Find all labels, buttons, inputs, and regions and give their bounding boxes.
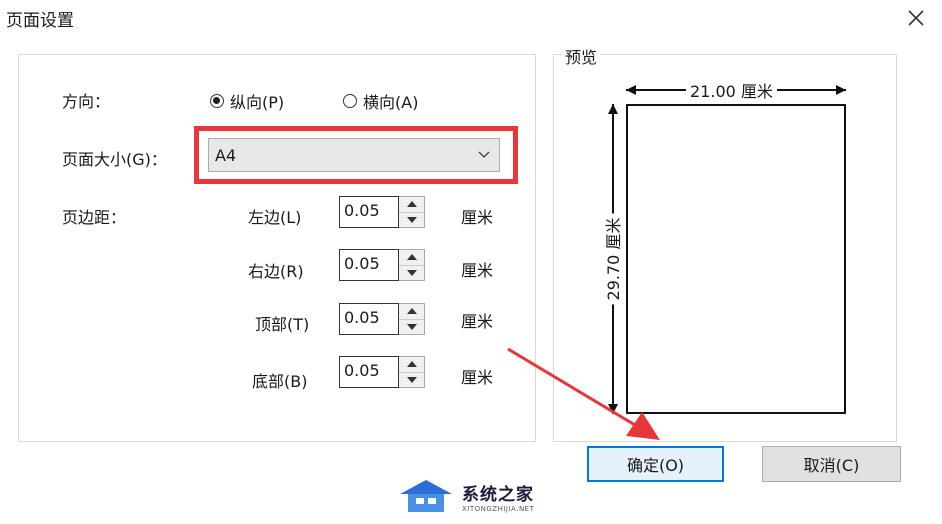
close-button[interactable] <box>904 6 928 30</box>
margins-label: 页边距： <box>62 208 127 227</box>
page-setup-dialog: 页面设置 方向： 纵向(P) 横向(A) 页面大小(G)： A4 页边距： 左边… <box>0 0 942 524</box>
margin-right-stepper[interactable]: 0.05 <box>339 249 425 281</box>
margin-right-unit: 厘米 <box>461 261 494 280</box>
margin-bottom-label: 底部(B) <box>252 372 308 391</box>
margin-left-label: 左边(L) <box>248 208 302 227</box>
dialog-title: 页面设置 <box>6 11 74 31</box>
arrow-down-icon <box>406 376 417 383</box>
ok-button[interactable]: 确定(O) <box>587 446 724 482</box>
margin-right-field[interactable]: 0.05 <box>339 249 399 281</box>
margin-left-stepper[interactable]: 0.05 <box>339 196 425 228</box>
margin-bottom-unit: 厘米 <box>461 368 494 387</box>
arrow-down-icon <box>608 404 618 414</box>
margin-left-up-button[interactable] <box>399 197 424 212</box>
preview-width-label: 21.00 厘米 <box>686 78 777 102</box>
radio-portrait-indicator <box>210 94 224 108</box>
margin-top-label: 顶部(T) <box>255 315 310 334</box>
margin-bottom-field[interactable]: 0.05 <box>339 356 399 388</box>
margin-bottom-down-button[interactable] <box>399 371 424 387</box>
margin-top-up-button[interactable] <box>399 304 424 319</box>
arrow-up-icon <box>406 254 417 261</box>
page-size-value: A4 <box>215 145 237 165</box>
watermark-text: 系统之家 <box>462 484 534 505</box>
margin-top-field[interactable]: 0.05 <box>339 303 399 335</box>
margin-right-label: 右边(R) <box>248 262 304 281</box>
watermark: 系统之家 XITONGZHIJIA.NET <box>396 476 534 516</box>
orientation-label: 方向： <box>62 92 111 111</box>
house-logo-icon <box>400 480 452 512</box>
margin-right-up-button[interactable] <box>399 250 424 265</box>
page-size-label: 页面大小(G)： <box>62 150 167 169</box>
margin-bottom-up-button[interactable] <box>399 357 424 372</box>
arrow-left-icon <box>626 85 636 95</box>
cancel-button[interactable]: 取消(C) <box>762 446 901 482</box>
margin-top-unit: 厘米 <box>461 312 494 331</box>
margin-top-stepper[interactable]: 0.05 <box>339 303 425 335</box>
watermark-url: XITONGZHIJIA.NET <box>462 504 535 513</box>
arrow-down-icon <box>406 323 417 330</box>
margin-left-field[interactable]: 0.05 <box>339 196 399 228</box>
preview-height-label: 29.70 厘米 <box>600 213 624 305</box>
close-icon <box>908 10 924 26</box>
margin-top-down-button[interactable] <box>399 318 424 334</box>
arrow-down-icon <box>406 216 417 223</box>
margin-left-down-button[interactable] <box>399 211 424 227</box>
radio-landscape-label: 横向(A) <box>363 93 419 112</box>
arrow-up-icon <box>406 308 417 315</box>
radio-landscape-indicator <box>343 94 357 108</box>
radio-portrait-label: 纵向(P) <box>230 93 285 112</box>
chevron-down-icon <box>478 151 490 158</box>
arrow-right-icon <box>836 85 846 95</box>
radio-landscape[interactable]: 横向(A) <box>343 89 418 113</box>
margin-bottom-stepper[interactable]: 0.05 <box>339 356 425 388</box>
arrow-down-icon <box>406 269 417 276</box>
margin-right-down-button[interactable] <box>399 264 424 280</box>
paper-preview <box>626 104 846 414</box>
arrow-up-icon <box>608 104 618 114</box>
radio-portrait[interactable]: 纵向(P) <box>210 89 284 113</box>
preview-legend: 预览 <box>562 44 601 68</box>
page-size-select[interactable]: A4 <box>208 138 500 172</box>
margin-left-unit: 厘米 <box>461 208 494 227</box>
arrow-up-icon <box>406 201 417 208</box>
arrow-up-icon <box>406 361 417 368</box>
